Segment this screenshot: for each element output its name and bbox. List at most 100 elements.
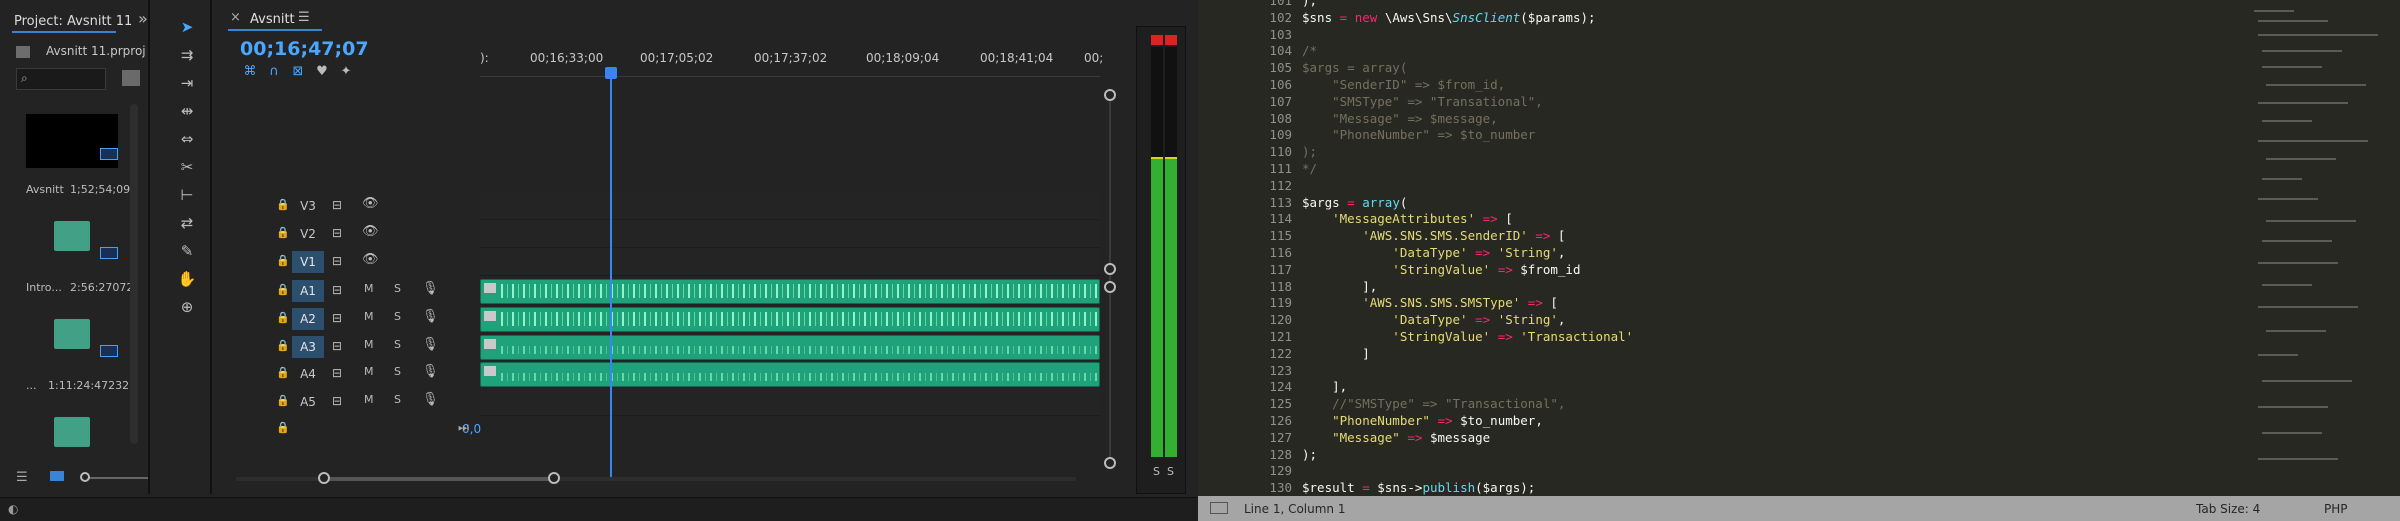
solo-button[interactable]: S (394, 282, 401, 295)
track-area[interactable] (480, 249, 1100, 276)
lock-icon[interactable]: 🔒 (276, 311, 290, 324)
lock-icon[interactable]: 🔒 (276, 254, 290, 267)
lock-icon[interactable]: 🔒 (276, 339, 290, 352)
scroll-handle[interactable] (1104, 281, 1116, 293)
track-name[interactable]: A2 (292, 308, 324, 330)
audio-clip[interactable] (480, 335, 1100, 360)
microphone-icon[interactable]: 🎙 (422, 309, 439, 324)
scroll-handle[interactable] (1104, 263, 1116, 275)
code-line[interactable]: $result = $sns->publish($args); (1302, 480, 1535, 497)
code-line[interactable]: ); (1302, 0, 1317, 10)
code-line[interactable]: ] (1302, 346, 1370, 363)
sequence-tab[interactable]: Avsnitt (250, 12, 295, 27)
track-header-a4[interactable]: 🔒 A4 ⊟ M S 🎙 (214, 361, 480, 389)
panel-menu-chevron-icon[interactable]: » (138, 9, 148, 28)
selection-tool-icon[interactable]: ➤ (176, 18, 198, 36)
lock-icon[interactable]: 🔒 (276, 366, 290, 379)
track-header-v2[interactable]: 🔒 V2 ⊟ 👁 (214, 221, 480, 249)
track-name[interactable]: V1 (292, 251, 324, 273)
lock-icon[interactable]: 🔒 (276, 421, 290, 434)
solo-right-button[interactable]: S (1167, 465, 1174, 478)
lock-icon[interactable]: 🔒 (276, 198, 290, 211)
playhead-line[interactable] (610, 78, 612, 478)
code-line[interactable]: "PhoneNumber" => $to_number (1302, 127, 1535, 144)
sync-lock-icon[interactable]: ⊟ (332, 198, 342, 212)
sync-lock-icon[interactable]: ⊟ (332, 226, 342, 240)
mute-button[interactable]: M (364, 338, 374, 351)
track-name[interactable]: A5 (292, 391, 324, 413)
add-marker-icon[interactable]: ♥ (314, 64, 330, 79)
track-area[interactable] (480, 389, 1100, 416)
code-line[interactable] (1302, 463, 1310, 480)
sync-lock-icon[interactable]: ⊟ (332, 339, 342, 353)
code-line[interactable]: $args = array( (1302, 60, 1407, 77)
lock-icon[interactable]: 🔒 (276, 283, 290, 296)
code-area[interactable]: ); $sns = new \Aws\Sns\SnsClient($params… (1302, 0, 2302, 496)
timeline-settings-icon[interactable]: ✦ (338, 64, 354, 79)
audio-thumbnail[interactable] (50, 218, 94, 254)
microphone-icon[interactable]: 🎙 (422, 364, 439, 379)
minimap[interactable] (2250, 0, 2400, 496)
audio-clip[interactable] (480, 362, 1100, 387)
zoom-handle[interactable] (548, 472, 560, 484)
sync-lock-icon[interactable]: ⊟ (332, 311, 342, 325)
zoom-tool-icon[interactable]: ⊕ (176, 298, 198, 316)
cursor-position[interactable]: Line 1, Column 1 (1244, 502, 1346, 516)
sync-lock-icon[interactable]: ⊟ (332, 254, 342, 268)
code-line[interactable]: 'StringValue' => $from_id (1302, 262, 1580, 279)
audio-clip[interactable] (480, 307, 1100, 332)
solo-button[interactable]: S (394, 393, 401, 406)
microphone-icon[interactable]: 🎙 (422, 281, 439, 296)
razor-tool-icon[interactable]: ✂ (176, 158, 198, 176)
tab-menu-icon[interactable]: ☰ (298, 10, 310, 25)
rate-stretch-tool-icon[interactable]: ⇔ (176, 130, 198, 148)
code-line[interactable] (1302, 178, 1310, 195)
track-name[interactable]: V3 (292, 195, 324, 217)
hand-tool-icon[interactable]: ✋ (176, 270, 198, 288)
mute-button[interactable]: M (364, 310, 374, 323)
sync-lock-icon[interactable]: ⊟ (332, 394, 342, 408)
project-panel-title[interactable]: Project: Avsnitt 11 (14, 14, 132, 29)
microphone-icon[interactable]: 🎙 (422, 392, 439, 407)
solo-button[interactable]: S (394, 365, 401, 378)
code-line[interactable]: "SMSType" => "Transational", (1302, 94, 1543, 111)
slider-handle[interactable] (80, 472, 90, 482)
code-line[interactable]: ], (1302, 379, 1347, 396)
code-line[interactable]: ); (1302, 447, 1317, 464)
go-to-end-icon[interactable]: ⏭ (458, 420, 469, 435)
project-scrollbar[interactable] (130, 104, 138, 444)
slip-tool-icon[interactable]: ⊢ (176, 186, 198, 204)
track-name[interactable]: A3 (292, 336, 324, 358)
code-line[interactable]: 'DataType' => 'String', (1302, 312, 1565, 329)
rolling-edit-tool-icon[interactable]: ⇹ (176, 102, 198, 120)
track-header-a2[interactable]: 🔒 A2 ⊟ M S 🎙 (214, 306, 480, 334)
code-line[interactable]: "PhoneNumber" => $to_number, (1302, 413, 1543, 430)
pen-tool-icon[interactable]: ✎ (176, 242, 198, 260)
track-select-tool-icon[interactable]: ⇉ (176, 46, 198, 64)
mute-button[interactable]: M (364, 393, 374, 406)
linked-selection-icon[interactable]: ⊠ (290, 64, 306, 79)
zoom-handle[interactable] (318, 472, 330, 484)
code-line[interactable]: //"SMSType" => "Transactional", (1302, 396, 1565, 413)
sequence-thumbnail[interactable] (26, 114, 118, 168)
eye-icon[interactable]: 👁 (362, 252, 379, 267)
code-line[interactable] (1302, 27, 1310, 44)
track-header-a3[interactable]: 🔒 A3 ⊟ M S 🎙 (214, 334, 480, 362)
track-header-v3[interactable]: 🔒 V3 ⊟ 👁 (214, 193, 480, 221)
master-track-header[interactable]: 🔒 (214, 416, 480, 444)
track-name[interactable]: V2 (292, 223, 324, 245)
snap-icon[interactable]: ∩ (266, 64, 282, 79)
solo-button[interactable]: S (394, 338, 401, 351)
vertical-scrollbar[interactable] (1109, 96, 1111, 464)
new-bin-icon[interactable] (122, 70, 140, 86)
solo-left-button[interactable]: S (1153, 465, 1160, 478)
code-line[interactable]: 'AWS.SNS.SMS.SMSType' => [ (1302, 295, 1558, 312)
audio-thumbnail[interactable] (50, 414, 94, 447)
playhead-timecode[interactable]: 00;16;47;07 (240, 38, 369, 60)
syntax-selector[interactable]: PHP (2324, 502, 2348, 516)
track-header-a5[interactable]: 🔒 A5 ⊟ M S 🎙 (214, 389, 480, 417)
scroll-handle[interactable] (1104, 457, 1116, 469)
code-line[interactable]: "Message" => $message (1302, 430, 1490, 447)
code-line[interactable]: 'MessageAttributes' => [ (1302, 211, 1513, 228)
track-area[interactable] (480, 193, 1100, 220)
